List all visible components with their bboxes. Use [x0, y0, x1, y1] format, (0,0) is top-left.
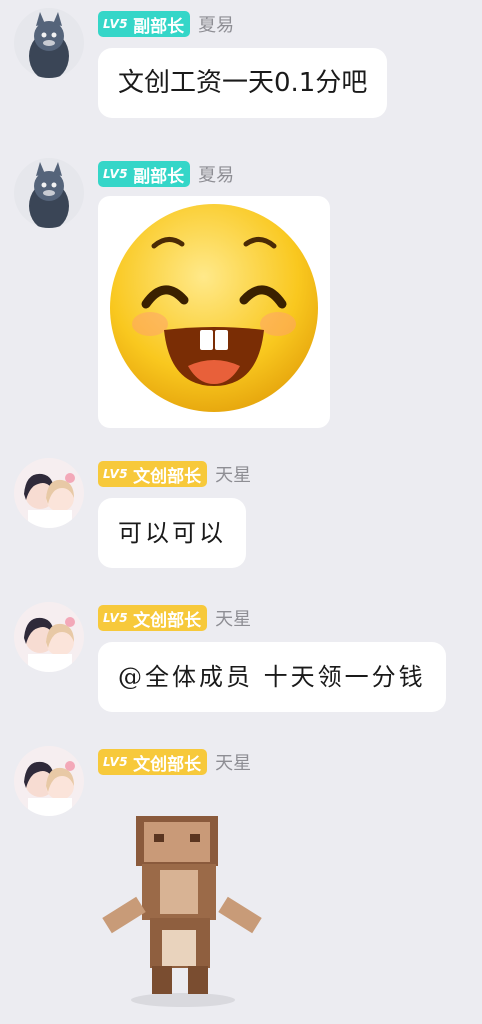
- message-bubble[interactable]: @全体成员 十天领一分钱: [98, 642, 446, 712]
- username[interactable]: 天星: [215, 461, 251, 487]
- anime-couple-avatar-image: [14, 746, 84, 816]
- level-label: LV5: [103, 467, 129, 481]
- tom-cat-avatar-image: [14, 8, 84, 78]
- role-badge: LV5 文创部长: [98, 461, 208, 487]
- tom-cat-avatar-image: [14, 158, 84, 228]
- username[interactable]: 夏易: [198, 11, 234, 37]
- anime-couple-avatar-image: [14, 458, 84, 528]
- avatar[interactable]: [14, 158, 84, 228]
- username[interactable]: 天星: [215, 749, 251, 775]
- role-title: 副部长: [133, 166, 185, 187]
- username[interactable]: 天星: [215, 605, 251, 631]
- anime-couple-avatar-image: [14, 602, 84, 672]
- message-bubble[interactable]: 可以可以: [98, 498, 246, 568]
- avatar[interactable]: [14, 8, 84, 78]
- level-label: LV5: [103, 167, 129, 181]
- sticker-message[interactable]: [98, 196, 330, 428]
- level-label: LV5: [103, 611, 129, 625]
- avatar[interactable]: [14, 458, 84, 528]
- pixel-figure-sticker: [102, 816, 262, 1007]
- role-title: 副部长: [133, 16, 185, 37]
- sticker-message[interactable]: [98, 810, 268, 1010]
- avatar[interactable]: [14, 746, 84, 816]
- role-badge: LV5 副部长: [98, 11, 191, 37]
- role-badge: LV5 文创部长: [98, 749, 208, 775]
- avatar[interactable]: [14, 602, 84, 672]
- role-badge: LV5 副部长: [98, 161, 191, 187]
- message-bubble[interactable]: 文创工资一天0.1分吧: [98, 48, 388, 118]
- level-label: LV5: [103, 17, 129, 31]
- grinning-emoji-sticker: [110, 204, 318, 412]
- role-title: 文创部长: [133, 610, 202, 631]
- role-badge: LV5 文创部长: [98, 605, 208, 631]
- level-label: LV5: [103, 755, 129, 769]
- role-title: 文创部长: [133, 754, 202, 775]
- username[interactable]: 夏易: [198, 161, 234, 187]
- role-title: 文创部长: [133, 466, 202, 487]
